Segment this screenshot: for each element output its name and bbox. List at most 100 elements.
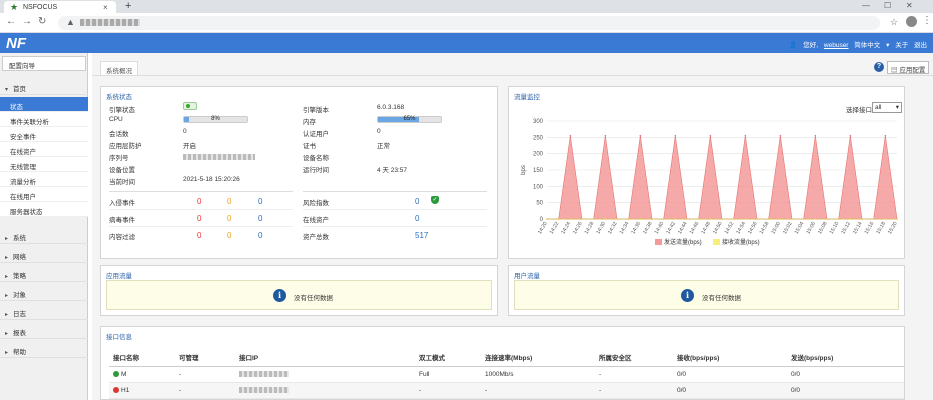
event-count-high[interactable]: 0	[197, 197, 201, 206]
url-text-redacted	[80, 19, 140, 26]
sidebar-category[interactable]: ▸ 帮助	[0, 342, 88, 358]
data-point	[639, 218, 642, 220]
bookmark-star-icon[interactable]: ☆	[890, 17, 898, 28]
status-label: 引擎状态	[109, 107, 135, 114]
sidebar-item[interactable]: 状态	[0, 97, 88, 112]
ip-redacted	[239, 371, 289, 378]
sidebar-category[interactable]: ▸ 日志	[0, 304, 88, 320]
status-label: 设备名称	[303, 155, 329, 162]
sidebar-category-label: 报表	[13, 330, 27, 337]
sidebar-category[interactable]: ▸ 网络	[0, 247, 88, 263]
event-count-high[interactable]: 0	[197, 214, 201, 223]
memory-usage-text: 65%	[403, 116, 416, 122]
window-minimize-button[interactable]: —	[862, 1, 870, 10]
data-point	[662, 218, 665, 220]
send-cell: 0/0	[787, 366, 904, 383]
y-tick-label: 200	[533, 152, 544, 158]
browser-menu-icon[interactable]: ⋮	[922, 15, 932, 26]
status-label: 当前时间	[109, 179, 135, 186]
event-count-low[interactable]: 0	[258, 231, 262, 240]
event-count-medium[interactable]: 0	[227, 231, 231, 240]
data-point	[732, 218, 735, 220]
new-tab-button[interactable]: +	[125, 0, 131, 12]
sidebar-item[interactable]: 安全事件	[0, 127, 88, 142]
data-point	[651, 218, 653, 220]
column-header: 可管理	[175, 348, 235, 367]
series-area	[547, 135, 898, 220]
risk-value[interactable]: 517	[415, 231, 428, 240]
event-count-medium[interactable]: 0	[227, 197, 231, 206]
event-count-low[interactable]: 0	[258, 214, 262, 223]
status-value: 0	[183, 128, 187, 135]
data-point	[674, 218, 677, 220]
status-label: 证书	[303, 143, 316, 150]
panel-title: 接口信息	[106, 334, 132, 341]
about-link[interactable]: 关于	[895, 42, 908, 49]
panel-title: 应用流量	[106, 273, 132, 280]
window-close-button[interactable]: ✕	[906, 1, 913, 10]
no-data-box: i 没有任何数据	[514, 280, 899, 310]
data-point	[616, 218, 618, 220]
forward-arrow-icon[interactable]: →	[22, 16, 32, 27]
config-icon: ▤	[891, 67, 898, 74]
data-point	[744, 134, 747, 137]
window-maximize-button[interactable]: ☐	[884, 1, 891, 10]
address-bar[interactable]: ▲	[58, 16, 880, 30]
app-config-button[interactable]: ▤ 应用配置	[887, 61, 929, 74]
sidebar-item[interactable]: 在线资产	[0, 142, 88, 157]
event-count-high[interactable]: 0	[197, 231, 201, 240]
sidebar-category[interactable]: ▸ 系统	[0, 228, 88, 244]
x-tick-label: 14:26	[572, 221, 584, 235]
link-status-icon	[113, 371, 119, 378]
zone-cell: -	[595, 382, 673, 399]
security-warning-icon[interactable]: ▲	[66, 17, 75, 27]
x-tick-label: 14:54	[735, 221, 747, 235]
sidebar-category-label: 网络	[13, 254, 27, 261]
table-row[interactable]: M - Full 1000Mb/s -0/0 0/0	[109, 366, 904, 383]
sidebar-category[interactable]: ▸ 报表	[0, 323, 88, 339]
reload-icon[interactable]: ↻	[38, 16, 46, 27]
cpu-usage-bar: 8%	[183, 116, 248, 123]
config-wizard-button[interactable]: 配置向导	[2, 56, 86, 71]
chevron-down-icon[interactable]: ▾	[886, 42, 889, 49]
exit-link[interactable]: 退出	[914, 42, 927, 49]
user-name-link[interactable]: webuser	[824, 42, 849, 49]
sidebar-item[interactable]: 流量分析	[0, 172, 88, 187]
sidebar-item[interactable]: 事件关联分析	[0, 112, 88, 127]
sidebar-category-label: 日志	[13, 311, 27, 318]
status-label: 会话数	[109, 131, 129, 138]
language-select[interactable]: 简体中文	[854, 42, 880, 49]
event-count-low[interactable]: 0	[258, 197, 262, 206]
breadcrumb[interactable]: 系统概况	[100, 61, 138, 75]
panel-title: 系统状态	[106, 94, 132, 101]
x-tick-label: 15:20	[887, 221, 899, 235]
risk-value[interactable]: 0	[415, 214, 419, 223]
back-arrow-icon[interactable]: ←	[6, 16, 16, 27]
risk-value[interactable]: 0	[415, 197, 419, 206]
sidebar-category[interactable]: ▸ 对象	[0, 285, 88, 301]
data-point	[814, 218, 817, 220]
x-tick-label: 14:56	[747, 221, 759, 235]
help-icon[interactable]: ?	[874, 62, 884, 72]
browser-tab[interactable]: ★ NSFOCUS ×	[4, 1, 116, 13]
profile-avatar[interactable]	[906, 16, 917, 27]
data-point	[592, 218, 595, 220]
tab-close-icon[interactable]: ×	[103, 3, 108, 12]
y-tick-label: 250	[533, 135, 544, 141]
sidebar-item[interactable]: 在线用户	[0, 187, 88, 202]
sidebar-home[interactable]: ▾ 首页	[0, 79, 88, 95]
status-value: 2021-5-18 15:20:26	[183, 176, 240, 183]
status-value: 0	[377, 128, 381, 135]
column-header: 接口名称	[109, 348, 175, 367]
x-tick-label: 14:20	[537, 221, 549, 235]
x-tick-label: 15:06	[805, 221, 817, 235]
speed-cell: -	[481, 382, 595, 399]
sidebar-item[interactable]: 无线管理	[0, 157, 88, 172]
ip-redacted	[239, 387, 289, 394]
sidebar-item[interactable]: 服务器状态	[0, 202, 88, 217]
data-point	[697, 218, 700, 220]
divider	[303, 209, 487, 210]
sidebar-category[interactable]: ▸ 策略	[0, 266, 88, 282]
table-row[interactable]: H1- - - -0/0 0/0	[109, 382, 904, 399]
event-count-medium[interactable]: 0	[227, 214, 231, 223]
